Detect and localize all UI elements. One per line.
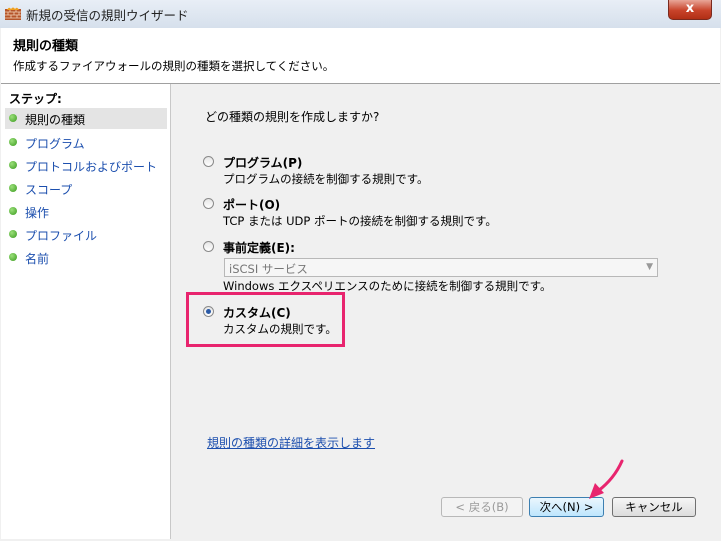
- step-profile[interactable]: プロファイル: [5, 224, 167, 245]
- radio-button[interactable]: [203, 198, 214, 209]
- question-text: どの種類の規則を作成しますか?: [205, 110, 380, 124]
- step-bullet-icon: [9, 253, 17, 261]
- step-label: プロトコルおよびポート: [25, 160, 158, 174]
- main-content: どの種類の規則を作成しますか? プログラム(P) プログラムの接続を制御する規則…: [171, 84, 720, 539]
- select-value: iSCSI サービス: [229, 262, 308, 276]
- predefined-rule-select[interactable]: iSCSI サービス ▼: [224, 258, 658, 277]
- close-button[interactable]: x: [668, 0, 712, 20]
- step-name[interactable]: 名前: [5, 247, 167, 268]
- step-protocol-port[interactable]: プロトコルおよびポート: [5, 155, 167, 176]
- highlight-annotation-box: [186, 292, 345, 347]
- step-bullet-icon: [9, 138, 17, 146]
- step-label: 操作: [25, 206, 50, 220]
- option-title: ポート(O): [223, 198, 281, 212]
- step-label: 名前: [25, 252, 50, 266]
- step-label: スコープ: [25, 183, 73, 197]
- close-icon: x: [685, 1, 695, 16]
- option-title: 事前定義(E):: [223, 241, 295, 255]
- step-label: プロファイル: [25, 229, 98, 243]
- step-rule-type[interactable]: 規則の種類: [5, 108, 167, 129]
- page-subtitle: 作成するファイアウォールの規則の種類を選択してください。: [13, 59, 335, 73]
- step-bullet-icon: [9, 114, 17, 122]
- steps-panel: ステップ: 規則の種類 プログラム プロトコルおよびポート スコープ 操作 プロ…: [1, 84, 171, 539]
- step-bullet-icon: [9, 184, 17, 192]
- option-description: プログラムの接続を制御する規則です。: [223, 172, 429, 186]
- page-title: 規則の種類: [13, 39, 79, 54]
- option-title: プログラム(P): [223, 156, 303, 170]
- back-button[interactable]: < 戻る(B): [441, 497, 523, 517]
- step-action[interactable]: 操作: [5, 201, 167, 222]
- page-header: 規則の種類 作成するファイアウォールの規則の種類を選択してください。: [1, 28, 720, 84]
- step-bullet-icon: [9, 230, 17, 238]
- radio-button[interactable]: [203, 156, 214, 167]
- rule-type-help-link[interactable]: 規則の種類の詳細を表示します: [207, 434, 375, 451]
- step-label: 規則の種類: [25, 113, 86, 127]
- option-description: TCP または UDP ポートの接続を制御する規則です。: [223, 214, 497, 228]
- chevron-down-icon: ▼: [646, 262, 653, 272]
- step-bullet-icon: [9, 161, 17, 169]
- firewall-icon: [5, 7, 21, 20]
- window-title: 新規の受信の規則ウイザード: [26, 8, 189, 23]
- step-bullet-icon: [9, 207, 17, 215]
- wizard-window: 新規の受信の規則ウイザード x 規則の種類 作成するファイアウォールの規則の種類…: [0, 0, 721, 541]
- title-bar[interactable]: 新規の受信の規則ウイザード x: [0, 0, 721, 28]
- steps-heading: ステップ:: [9, 92, 62, 106]
- step-label: プログラム: [25, 137, 85, 151]
- step-program[interactable]: プログラム: [5, 132, 167, 153]
- step-scope[interactable]: スコープ: [5, 178, 167, 199]
- radio-button[interactable]: [203, 241, 214, 252]
- annotation-arrow-icon: [589, 459, 624, 499]
